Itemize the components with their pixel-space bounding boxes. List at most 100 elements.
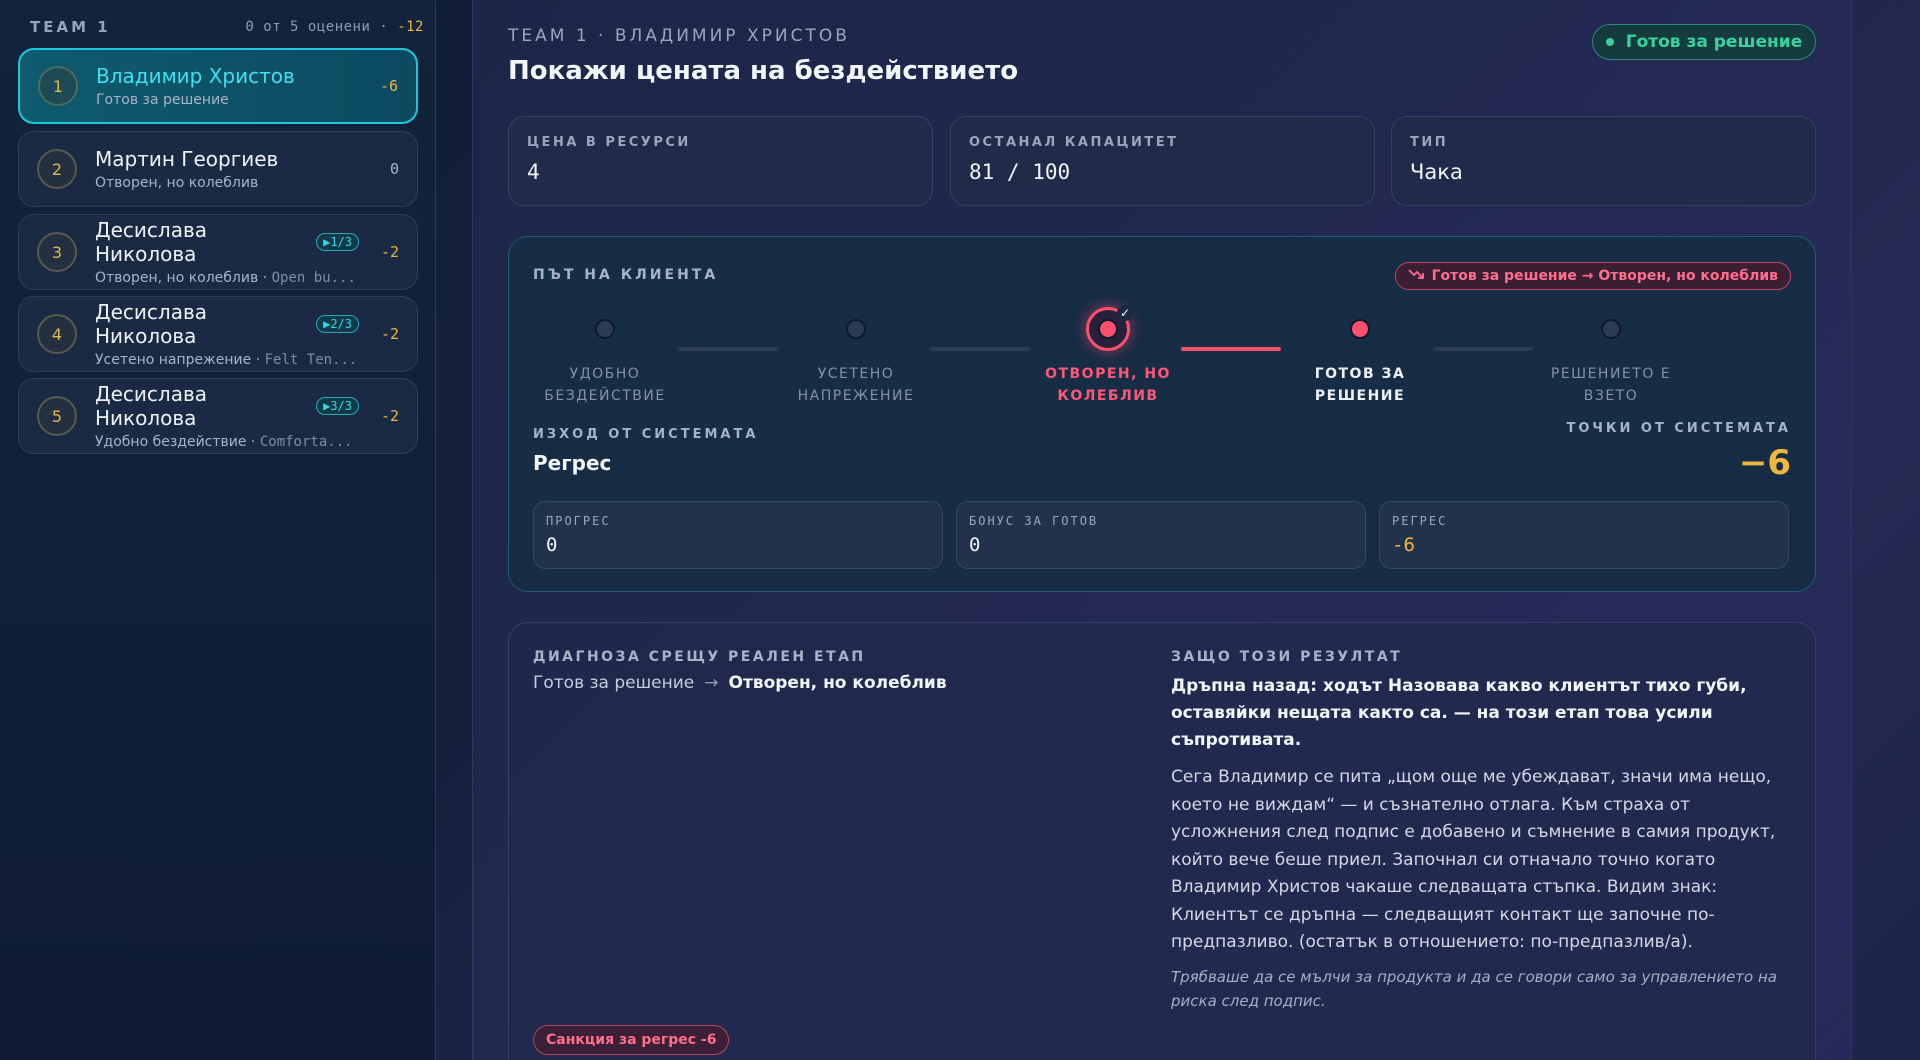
- step-node: [1098, 319, 1118, 339]
- student-score: -2: [380, 407, 399, 425]
- kpi-label: ЦЕНА В РЕСУРСИ: [527, 135, 691, 150]
- journey-step-2: УСЕТЕНО НАПРЕЖЕНИЕ: [761, 307, 951, 407]
- student-hint: Felt Ten...: [264, 352, 358, 368]
- regress-card: РЕГРЕС -6: [1379, 501, 1789, 569]
- team-total-score: -12: [397, 19, 424, 35]
- step-label: БЕЗДЕЙСТВИЕ: [544, 388, 666, 404]
- student-score: -2: [380, 325, 399, 343]
- step-node: [1601, 319, 1621, 339]
- attempt-pill: ▶2/3: [316, 315, 359, 333]
- student-score: -6: [379, 77, 398, 95]
- sub-value: 0: [969, 534, 981, 556]
- students-sidebar: TEAM 1 0 от 5 оценени · -12 1 Владимир Х…: [0, 0, 436, 1060]
- team-title: TEAM 1: [30, 18, 111, 36]
- step-label: УСЕТЕНО: [817, 366, 895, 382]
- progress-card: ПРОГРЕС 0: [533, 501, 943, 569]
- attempt-pill: ▶3/3: [316, 397, 359, 415]
- step-label: РЕШЕНИЕТО Е: [1550, 366, 1672, 382]
- student-name: Мартин Георгиев: [95, 147, 279, 171]
- stage-change-text: Готов за решение → Отворен, но колеблив: [1431, 268, 1778, 284]
- student-hint: Open bu...: [271, 270, 356, 286]
- step-node: [846, 319, 866, 339]
- diagnosis-path: Готов за решение → Отворен, но колеблив: [533, 673, 947, 693]
- sub-label: РЕГРЕС: [1392, 514, 1448, 528]
- team-rated-count: 0 от 5 оценени ·: [245, 19, 389, 35]
- breadcrumb: TEAM 1 · ВЛАДИМИР ХРИСТОВ: [508, 26, 850, 46]
- system-points-value: −6: [1738, 443, 1791, 483]
- journey-step-3-current: ✓ ОТВОРЕН, НО КОЛЕБЛИВ: [1013, 305, 1203, 407]
- ready-bonus-card: БОНУС ЗА ГОТОВ 0: [956, 501, 1366, 569]
- student-number: 1: [38, 66, 78, 106]
- kpi-capacity: ОСТАНАЛ КАПАЦИТЕТ 81 / 100: [950, 116, 1375, 206]
- step-label: УДОБНО: [569, 366, 641, 382]
- step-node: [595, 319, 615, 339]
- kpi-label: ОСТАНАЛ КАПАЦИТЕТ: [969, 135, 1179, 150]
- student-item-5[interactable]: 5 Десислава Николова ▶3/3 Удобно бездейст…: [18, 378, 418, 454]
- journey-step-4: ГОТОВ ЗА РЕШЕНИЕ: [1265, 307, 1455, 407]
- status-badge: Готов за решение: [1592, 24, 1816, 60]
- sub-value: -6: [1392, 534, 1415, 556]
- step-label: НАПРЕЖЕНИЕ: [797, 388, 915, 404]
- student-hint: Comforta...: [259, 434, 353, 450]
- student-item-1[interactable]: 1 Владимир Христов Готов за решение -6: [18, 48, 418, 124]
- student-score: -2: [380, 243, 399, 261]
- system-exit-label: ИЗХОД ОТ СИСТЕМАТА: [533, 427, 759, 442]
- why-body: Сега Владимир се пита „щом още ме убежда…: [1171, 767, 1776, 952]
- diagnosis-panel: ДИАГНОЗА СРЕЩУ РЕАЛЕН ЕТАП Готов за реше…: [508, 622, 1816, 1060]
- sub-value: 0: [546, 534, 558, 556]
- step-label: РЕШЕНИЕ: [1314, 388, 1406, 404]
- trend-down-icon: [1407, 268, 1424, 284]
- step-label: ОТВОРЕН, НО: [1045, 366, 1171, 382]
- sub-label: ПРОГРЕС: [546, 514, 611, 528]
- kpi-value: 4: [527, 160, 540, 184]
- student-item-4[interactable]: 4 Десислава Николова ▶2/3 Усетено напреже…: [18, 296, 418, 372]
- diagnosis-to: Отворен, но колеблив: [728, 673, 947, 693]
- status-dot-icon: [1605, 38, 1614, 46]
- journey-step-5: РЕШЕНИЕТО Е ВЗЕТО: [1516, 307, 1706, 407]
- student-name: Десислава Николова: [95, 300, 208, 348]
- team-summary: 0 от 5 оценени · -12: [245, 19, 424, 35]
- student-status: Отворен, но колеблив: [95, 175, 259, 191]
- attempt-pill: ▶1/3: [316, 233, 359, 251]
- client-journey-panel: ПЪТ НА КЛИЕНТА Готов за решение → Отворе…: [508, 236, 1816, 592]
- diagnosis-from: Готов за решение: [533, 673, 695, 693]
- kpi-type: ТИП Чака: [1391, 116, 1816, 206]
- student-name: Владимир Христов: [96, 64, 295, 88]
- why-note: Трябваше да се мълчи за продукта и да се…: [1171, 967, 1777, 1010]
- step-node: [1350, 319, 1370, 339]
- check-icon: ✓: [1117, 305, 1133, 321]
- journey-step-1: УДОБНО БЕЗДЕЙСТВИЕ: [510, 307, 700, 407]
- student-item-3[interactable]: 3 Десислава Николова ▶1/3 Отворен, но кол…: [18, 214, 418, 290]
- penalty-badge: Санкция за регрес -6: [533, 1025, 730, 1055]
- step-label: ГОТОВ ЗА: [1314, 366, 1406, 382]
- diagnosis-label: ДИАГНОЗА СРЕЩУ РЕАЛЕН ЕТАП: [533, 649, 866, 665]
- status-badge-label: Готов за решение: [1625, 32, 1803, 52]
- step-label: ВЗЕТО: [1583, 388, 1639, 404]
- student-name: Десислава Николова: [95, 382, 208, 430]
- kpi-cost: ЦЕНА В РЕСУРСИ 4: [508, 116, 933, 206]
- student-score: 0: [389, 160, 399, 178]
- system-points-label: ТОЧКИ ОТ СИСТЕМАТА: [1566, 421, 1791, 436]
- page-title: Покажи цената на бездействието: [508, 56, 1019, 86]
- system-exit-value: Регрес: [533, 451, 612, 475]
- why-label: ЗАЩО ТОЗИ РЕЗУЛТАТ: [1171, 649, 1403, 665]
- step-label: КОЛЕБЛИВ: [1057, 388, 1159, 404]
- student-status: Отворен, но колеблив: [95, 270, 259, 286]
- student-status: Готов за решение: [96, 92, 229, 108]
- student-number: 5: [37, 396, 77, 436]
- why-explanation: Дръпна назад: ходът Назовава какво клиен…: [1171, 673, 1797, 1013]
- student-number: 4: [37, 314, 77, 354]
- student-number: 3: [37, 232, 77, 272]
- kpi-label: ТИП: [1410, 135, 1449, 150]
- kpi-value: 81 / 100: [969, 160, 1071, 184]
- student-status: Усетено напрежение: [95, 352, 252, 368]
- sub-label: БОНУС ЗА ГОТОВ: [969, 514, 1099, 528]
- kpi-value: Чака: [1410, 160, 1463, 184]
- student-item-2[interactable]: 2 Мартин Георгиев Отворен, но колеблив 0: [18, 131, 418, 207]
- sidebar-header: TEAM 1 0 от 5 оценени · -12: [0, 0, 435, 36]
- journey-label: ПЪТ НА КЛИЕНТА: [533, 267, 719, 283]
- student-number: 2: [37, 149, 77, 189]
- arrow-right-icon: →: [704, 673, 719, 693]
- student-name: Десислава Николова: [95, 218, 208, 266]
- student-status: Удобно бездействие: [95, 434, 247, 450]
